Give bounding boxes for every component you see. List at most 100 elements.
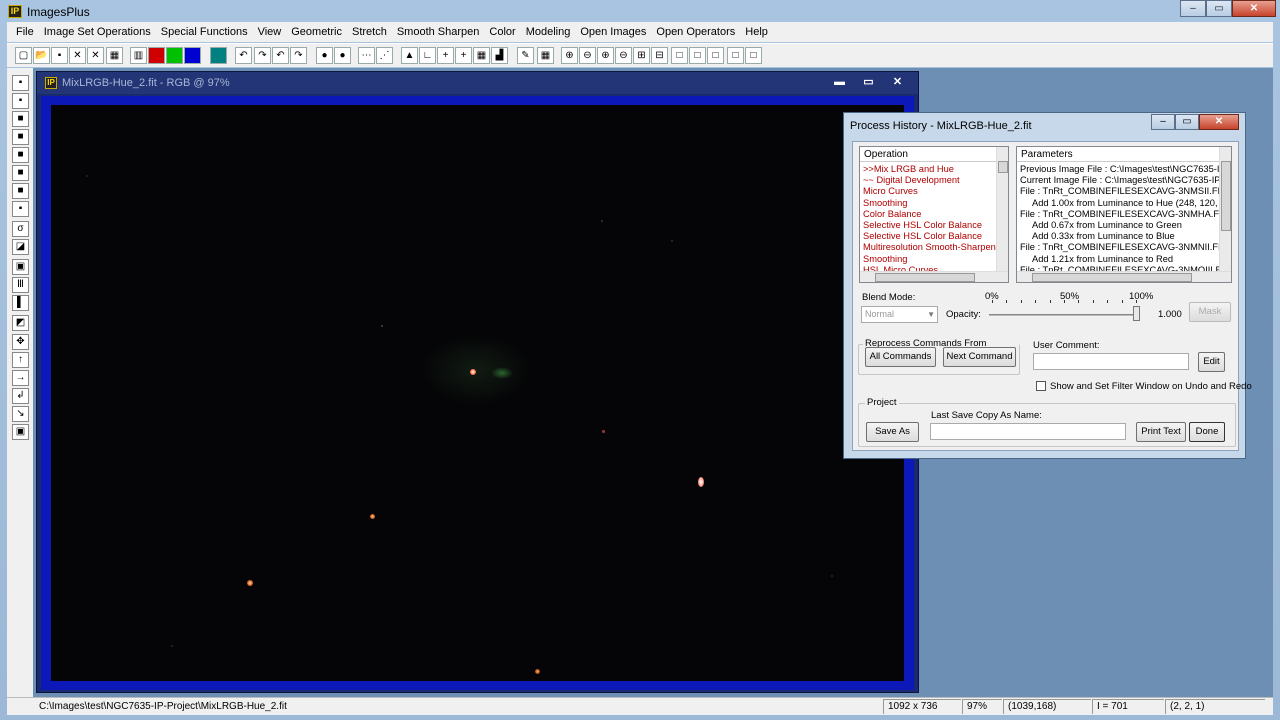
toolbar-tool-16-icon[interactable]: ● [316,47,333,64]
parameter-item[interactable]: Add 0.33x from Luminance to Blue [1032,231,1175,242]
operation-item[interactable]: >>Mix LRGB and Hue [863,164,954,175]
print-text-button[interactable]: Print Text [1136,422,1186,442]
menu-smooth-sharpen[interactable]: Smooth Sharpen [392,26,485,38]
toolbar-tool-30-icon[interactable]: ⊕ [597,47,614,64]
operation-item[interactable]: Multiresolution Smooth-Sharpen [863,242,996,253]
parameters-hscroll[interactable] [1017,271,1231,282]
toolbar-tool-33-icon[interactable]: ⊟ [651,47,668,64]
all-commands-button[interactable]: All Commands [865,347,936,367]
next-command-button[interactable]: Next Command [943,347,1016,367]
toolbar-tool-11-icon[interactable]: ▣ [210,47,227,64]
side-tool-8-icon[interactable]: ▪ [12,201,29,217]
operation-item[interactable]: Smoothing [863,254,907,265]
menu-geometric[interactable]: Geometric [286,26,347,38]
toolbar-tool-13-icon[interactable]: ↷ [254,47,271,64]
blend-mode-select[interactable]: Normal ▼ [861,306,938,323]
toolbar-tool-3-icon[interactable]: ▪ [51,47,68,64]
side-tool-17-icon[interactable]: → [12,370,29,386]
show-filter-label[interactable]: Show and Set Filter Window on Undo and R… [1050,381,1252,392]
image-maximize-button[interactable]: ▭ [856,75,881,89]
parameters-vscroll[interactable] [1219,147,1231,272]
toolbar-tool-15-icon[interactable]: ↷ [290,47,307,64]
maximize-button[interactable]: ▭ [1206,0,1232,17]
toolbar-tool-28-icon[interactable]: ⊕ [561,47,578,64]
scroll-thumb[interactable] [1032,273,1192,282]
close-button[interactable]: ✕ [1232,0,1276,17]
side-tool-15-icon[interactable]: ✥ [12,334,29,350]
image-window-titlebar[interactable]: IP MixLRGB-Hue_2.fit - RGB @ 97% ▬ ▭ ✕ [37,72,918,94]
toolbar-tool-31-icon[interactable]: ⊖ [615,47,632,64]
done-button[interactable]: Done [1189,422,1225,442]
operation-hscroll[interactable] [860,271,1008,282]
last-save-name-field[interactable] [930,423,1126,440]
image-close-button[interactable]: ✕ [885,75,910,89]
operation-list[interactable]: Operation >>Mix LRGB and Hue ~~ Digital D… [859,146,1009,283]
parameter-item[interactable]: Add 0.67x from Luminance to Green [1032,220,1182,231]
toolbar-tool-18-icon[interactable]: ⋯ [358,47,375,64]
toolbar-tool-21-icon[interactable]: ∟ [419,47,436,64]
operation-column-header[interactable]: Operation [860,147,996,162]
toolbar-tool-9-icon[interactable]: ■ [166,47,183,64]
process-history-dialog[interactable]: Process History - MixLRGB-Hue_2.fit – ▭ … [843,112,1252,459]
parameter-item[interactable]: Add 1.21x from Luminance to Red [1032,254,1173,265]
user-comment-input[interactable] [1033,353,1189,370]
parameter-item[interactable]: File : TnRt_COMBINEFILESEXCAVG-3NMSII.FI… [1020,186,1231,197]
menu-image-set-operations[interactable]: Image Set Operations [39,26,156,38]
scroll-thumb[interactable] [1221,161,1231,231]
menu-help[interactable]: Help [740,26,773,38]
toolbar-tool-1-icon[interactable]: ▢ [15,47,32,64]
opacity-slider-thumb[interactable] [1133,306,1140,321]
side-tool-7-icon[interactable]: ■ [12,183,29,199]
toolbar-tool-5-icon[interactable]: ✕ [87,47,104,64]
operation-vscroll[interactable] [996,147,1008,272]
operation-item[interactable]: Smoothing [863,198,907,209]
side-tool-4-icon[interactable]: ■ [12,129,29,145]
mask-button[interactable]: Mask [1189,302,1231,322]
menu-stretch[interactable]: Stretch [347,26,392,38]
toolbar-tool-22-icon[interactable]: + [437,47,454,64]
side-tool-20-icon[interactable]: ▣ [12,424,29,440]
toolbar-tool-32-icon[interactable]: ⊞ [633,47,650,64]
menu-open-operators[interactable]: Open Operators [651,26,740,38]
toolbar-tool-6-icon[interactable]: ▦ [106,47,123,64]
side-tool-13-icon[interactable]: ▌ [12,295,29,311]
operation-item[interactable]: Micro Curves [863,186,918,197]
parameters-column-header[interactable]: Parameters [1017,147,1219,162]
menu-special-functions[interactable]: Special Functions [156,26,253,38]
toolbar-tool-17-icon[interactable]: ● [334,47,351,64]
parameter-item[interactable]: Current Image File : C:\Images\test\NGC7… [1020,175,1231,186]
menu-file[interactable]: File [11,26,39,38]
toolbar-tool-4-icon[interactable]: ✕ [69,47,86,64]
toolbar-tool-35-icon[interactable]: □ [689,47,706,64]
side-tool-3-icon[interactable]: ■ [12,111,29,127]
operation-item[interactable]: Selective HSL Color Balance [863,231,982,242]
scroll-thumb[interactable] [998,161,1008,173]
side-tool-12-icon[interactable]: Ⅲ [12,277,29,293]
side-tool-2-icon[interactable]: ▪ [12,93,29,109]
toolbar-tool-36-icon[interactable]: □ [707,47,724,64]
toolbar-tool-24-icon[interactable]: ▦ [473,47,490,64]
menu-modeling[interactable]: Modeling [521,26,576,38]
operation-item[interactable]: ~~ Digital Development [863,175,960,186]
toolbar-tool-37-icon[interactable]: □ [727,47,744,64]
toolbar-tool-10-icon[interactable]: ■ [184,47,201,64]
side-tool-1-icon[interactable]: ▪ [12,75,29,91]
astro-image-canvas[interactable] [51,105,904,681]
image-window[interactable]: IP MixLRGB-Hue_2.fit - RGB @ 97% ▬ ▭ ✕ [36,71,919,693]
menu-view[interactable]: View [253,26,287,38]
side-tool-10-icon[interactable]: ◪ [12,239,29,255]
toolbar-tool-26-icon[interactable]: ✎ [517,47,534,64]
scroll-thumb[interactable] [875,273,975,282]
side-tool-5-icon[interactable]: ■ [12,147,29,163]
toolbar-tool-38-icon[interactable]: □ [745,47,762,64]
menu-open-images[interactable]: Open Images [575,26,651,38]
side-tool-19-icon[interactable]: ↘ [12,406,29,422]
toolbar-tool-29-icon[interactable]: ⊖ [579,47,596,64]
operation-item[interactable]: Color Balance [863,209,921,220]
side-tool-14-icon[interactable]: ◩ [12,315,29,331]
toolbar-tool-19-icon[interactable]: ⋰ [376,47,393,64]
toolbar-tool-20-icon[interactable]: ▲ [401,47,418,64]
side-tool-16-icon[interactable]: ↑ [12,352,29,368]
toolbar-tool-23-icon[interactable]: + [455,47,472,64]
toolbar-tool-7-icon[interactable]: ▥ [130,47,147,64]
